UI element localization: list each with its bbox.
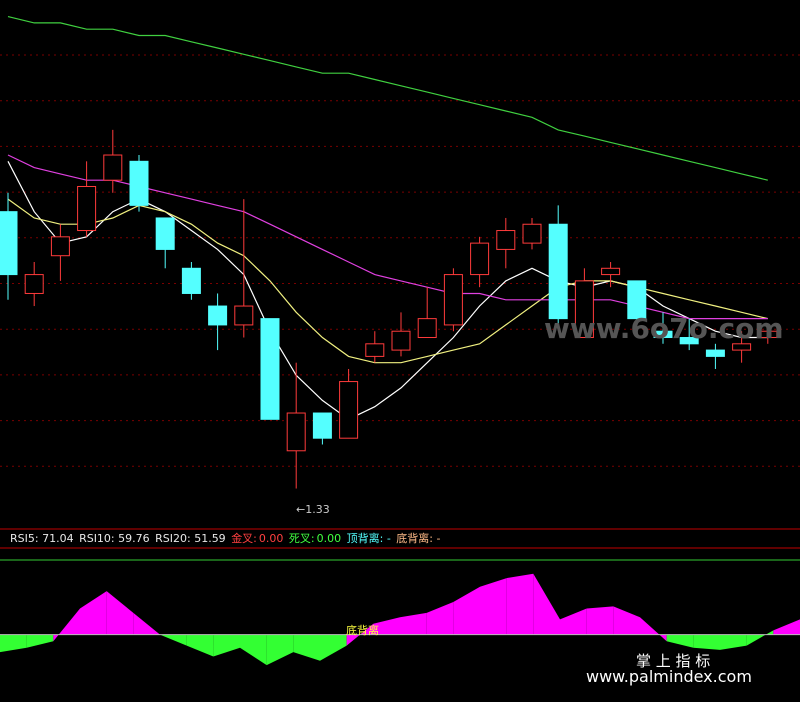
rsi-negative-segment (666, 634, 694, 648)
rsi-positive-segment (773, 619, 800, 635)
candle-body (24, 274, 44, 294)
candle-body (77, 185, 97, 232)
candle-body (0, 211, 18, 276)
rsi-positive-segment (506, 573, 534, 635)
candlesticks (0, 129, 778, 489)
candle-body (522, 223, 542, 244)
rsi-negative-segment (266, 634, 294, 666)
candle-body (443, 274, 463, 326)
rsi-positive-segment (400, 612, 427, 635)
bottom-divergence: 底背离: - (396, 532, 441, 545)
rsi-positive-segment (133, 612, 160, 635)
rsi-negative-segment (240, 634, 267, 666)
rsi-positive-segment (106, 591, 134, 635)
candle-body (470, 242, 490, 276)
stock-chart (0, 16, 800, 666)
rsi-positive-segment (586, 606, 614, 635)
candle-body (548, 223, 568, 320)
candle-body (339, 381, 359, 439)
rsi-negative-segment (320, 634, 347, 661)
candle-body (496, 230, 516, 250)
rsi-positive-segment (613, 606, 640, 635)
rsi-positive-segment (560, 608, 587, 635)
candle-body (103, 154, 123, 181)
candle-body (260, 318, 280, 420)
rsi-negative-segment (693, 634, 720, 650)
rsi-negative-segment (26, 634, 54, 648)
death-cross-value: 0.00 (316, 532, 342, 545)
rsi-negative-segment (720, 634, 747, 650)
rsi20-value: RSI20: 51.59 (155, 532, 226, 545)
divergence-annotation: 底背离 (346, 624, 379, 637)
candle-body (705, 349, 725, 357)
candle-body (391, 330, 411, 351)
low-price-label: ←1.33 (296, 503, 330, 516)
top-divergence: 顶背离: - (346, 532, 391, 545)
rsi-positive-segment (53, 608, 80, 642)
golden-cross-value: 0.00 (258, 532, 284, 545)
golden-cross-label: 金叉: (231, 532, 257, 545)
rsi5-value: RSI5: 71.04 (10, 532, 74, 545)
rsi-negative-segment (213, 634, 240, 657)
moving-averages (7, 16, 768, 420)
site-watermark: www.6o7o.com (544, 312, 784, 345)
rsi-negative-segment (293, 634, 320, 661)
indicator-bar: RSI5: 71.04 RSI10: 59.76 RSI20: 51.59 金叉… (0, 530, 800, 548)
rsi-negative-segment (186, 634, 214, 657)
rsi-negative-segment (746, 630, 774, 646)
candle-body (312, 412, 332, 439)
candle-body (50, 236, 70, 257)
candle-body (417, 318, 437, 339)
rsi-positive-segment (426, 602, 454, 635)
death-cross-label: 死叉: (288, 532, 315, 545)
rsi-positive-segment (480, 578, 507, 635)
ma-line-ma_short (7, 161, 768, 420)
candle-body (208, 305, 228, 326)
candle-body (365, 343, 385, 357)
rsi-positive-segment (640, 617, 667, 642)
rsi-negative-segment (0, 634, 27, 653)
candle-body (181, 267, 201, 294)
candle-body (155, 217, 175, 250)
price-grid (0, 54, 800, 467)
rsi-positive-segment (533, 573, 560, 635)
candle-body (286, 412, 306, 452)
rsi10-value: RSI10: 59.76 (79, 532, 150, 545)
candle-body (601, 267, 621, 276)
rsi-negative-segment (160, 634, 187, 646)
url-watermark: www.palmindex.com (586, 667, 752, 686)
rsi-positive-segment (80, 591, 107, 635)
rsi-positive-segment (453, 586, 480, 635)
candle-body (234, 305, 254, 326)
candle-body (129, 160, 149, 206)
